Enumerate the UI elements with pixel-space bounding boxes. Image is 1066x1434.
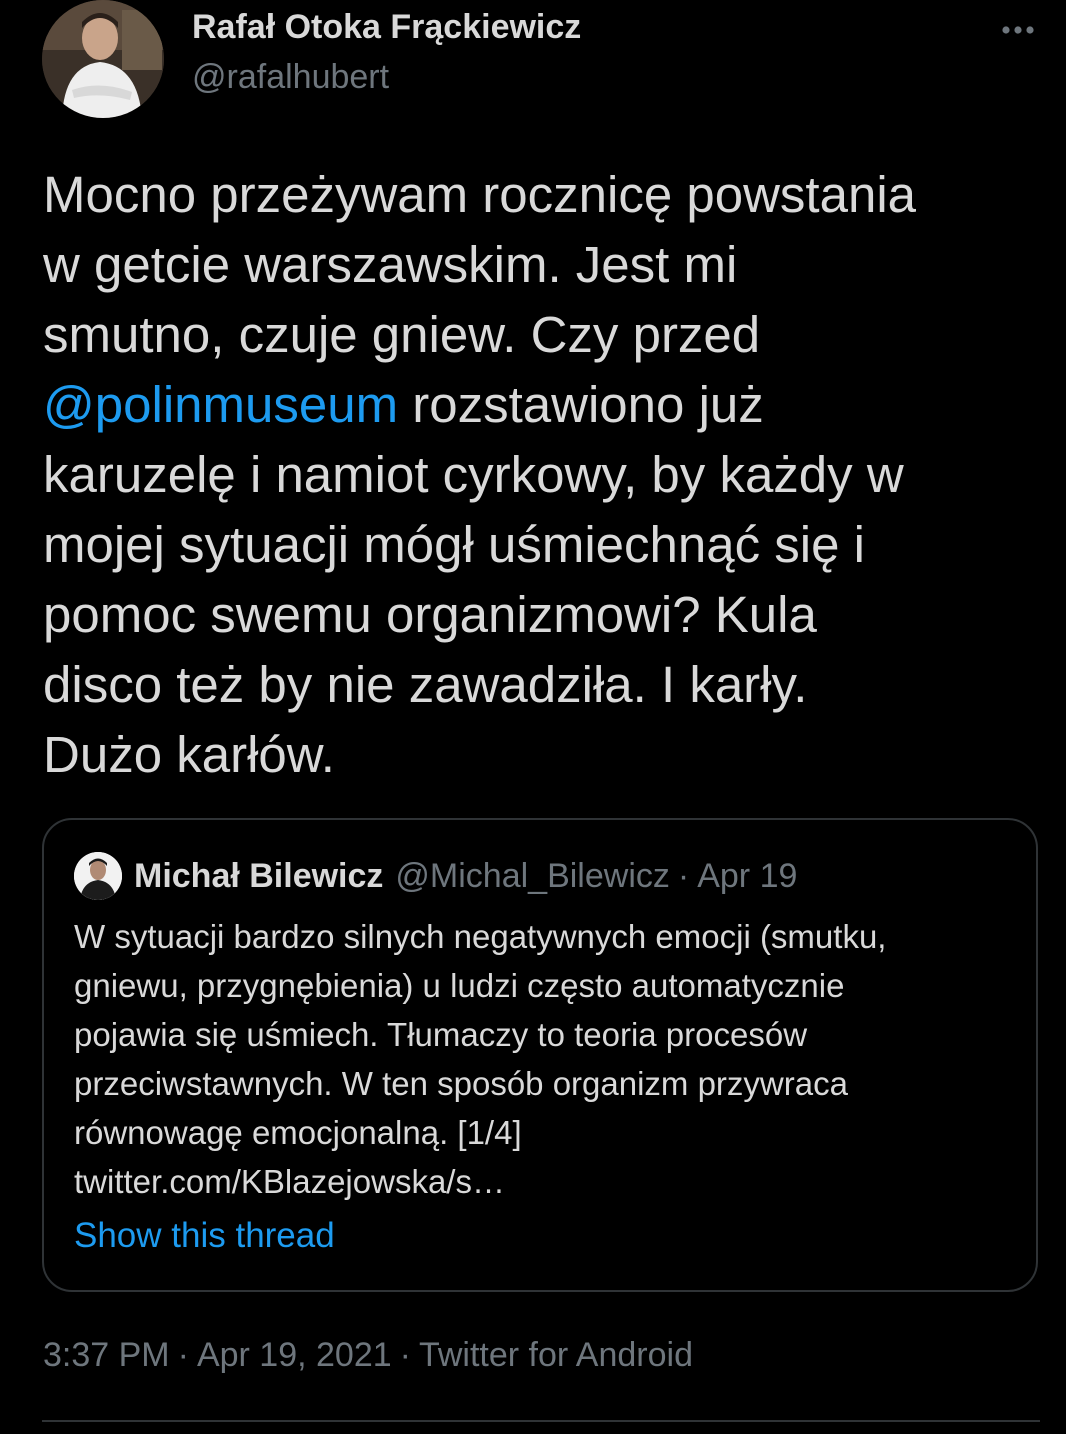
quoted-tweet-text: W sytuacji bardzo silnych negatywnych em… <box>74 912 1014 1206</box>
quoted-author-handle: @Michal_Bilewicz <box>395 856 670 895</box>
tweet-time: 3:37 PM <box>43 1336 170 1374</box>
quoted-tweet-header: Michał Bilewicz @Michal_Bilewicz · Apr 1… <box>74 852 798 900</box>
quote-line: pojawia się uśmiech. Tłumaczy to teoria … <box>74 1016 808 1053</box>
tweet-line: pomoc swemu organizmowi? Kula <box>43 586 817 643</box>
quote-line: równowagę emocjonalną. [1/4] <box>74 1114 522 1151</box>
tweet-line: karuzelę i namiot cyrkowy, by każdy w <box>43 446 904 503</box>
quote-link[interactable]: twitter.com/KBlazejowska/s… <box>74 1157 1014 1206</box>
tweet-meta: 3:37 PM · Apr 19, 2021 · Twitter for Android <box>43 1336 693 1375</box>
quote-line: gniewu, przygnębienia) u ludzi często au… <box>74 967 845 1004</box>
more-horizontal-icon[interactable] <box>1000 18 1036 42</box>
tweet-line: Mocno przeżywam rocznicę powstania <box>43 166 917 223</box>
tweet-line: smutno, czuje gniew. Czy przed <box>43 306 761 363</box>
separator-dot: · <box>399 1336 411 1374</box>
author-name[interactable]: Rafał Otoka Frąckiewicz <box>192 8 581 47</box>
divider <box>42 1420 1040 1422</box>
tweet-source[interactable]: Twitter for Android <box>419 1336 693 1374</box>
tweet-line: Dużo karłów. <box>43 726 335 783</box>
quote-line: przeciwstawnych. W ten sposób organizm p… <box>74 1065 848 1102</box>
mention-link[interactable]: @polinmuseum <box>43 376 398 433</box>
separator-dot: · <box>677 856 690 895</box>
tweet-line: disco też by nie zawadziła. I karły. <box>43 656 808 713</box>
author-handle[interactable]: @rafalhubert <box>192 58 389 97</box>
tweet-text: Mocno przeżywam rocznicę powstania w get… <box>43 160 1053 790</box>
quote-line: W sytuacji bardzo silnych negatywnych em… <box>74 918 887 955</box>
quoted-profile-photo-icon <box>74 852 122 900</box>
tweet-date: Apr 19, 2021 <box>196 1336 392 1374</box>
tweet-line: w getcie warszawskim. Jest mi <box>43 236 738 293</box>
quoted-author-avatar <box>74 852 122 900</box>
tweet-detail: Rafał Otoka Frąckiewicz @rafalhubert Moc… <box>0 0 1066 1434</box>
quoted-author-name: Michał Bilewicz <box>134 856 384 895</box>
tweet-line-rest: rozstawiono już <box>398 376 764 433</box>
show-thread-link[interactable]: Show this thread <box>74 1216 335 1256</box>
tweet-line-with-mention: @polinmuseum rozstawiono już <box>43 370 1053 440</box>
quoted-tweet-date: Apr 19 <box>697 856 798 895</box>
tweet-line: mojej sytuacji mógł uśmiechnąć się i <box>43 516 865 573</box>
author-avatar[interactable] <box>42 0 164 118</box>
separator-dot: · <box>177 1336 189 1374</box>
profile-photo-icon <box>42 0 164 118</box>
quoted-tweet-card[interactable]: Michał Bilewicz @Michal_Bilewicz · Apr 1… <box>42 818 1038 1292</box>
